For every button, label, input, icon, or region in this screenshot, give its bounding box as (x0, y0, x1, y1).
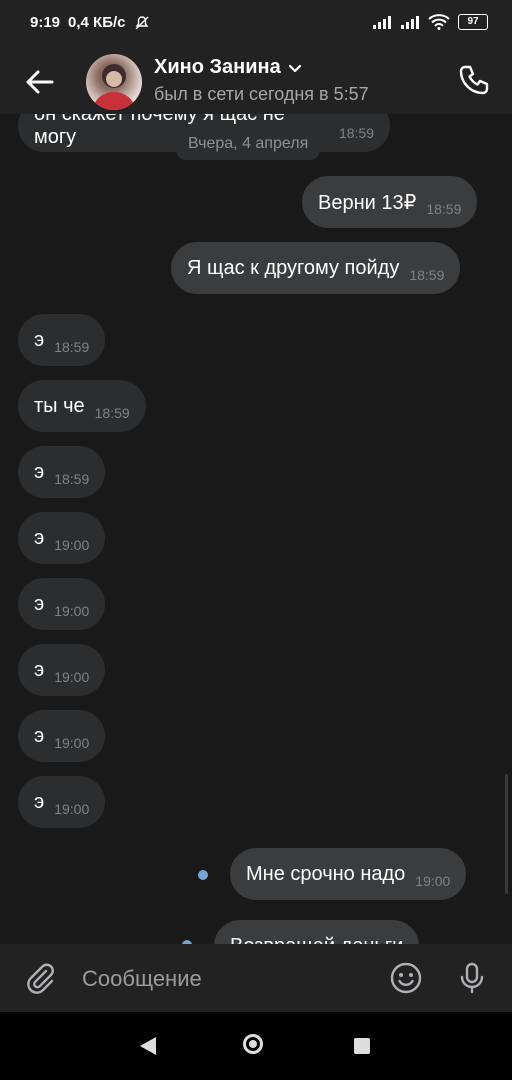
microphone-icon[interactable] (454, 960, 490, 996)
message-time: 19:00 (54, 735, 90, 751)
message-text: э (34, 658, 45, 681)
signal-2-icon (400, 14, 420, 30)
message-text: Я щас к другому пойду (187, 256, 400, 279)
message-time: 19:00 (54, 669, 90, 685)
message-incoming[interactable]: э 19:00 (18, 578, 106, 630)
message-incoming[interactable]: э 19:00 (18, 644, 106, 696)
message-outgoing[interactable]: Верни 13₽ 18:59 (302, 176, 478, 228)
message-incoming[interactable]: э 18:59 (18, 314, 106, 366)
nav-home-icon[interactable] (243, 1034, 263, 1054)
message-text: э (34, 790, 45, 813)
scrollbar[interactable] (505, 774, 508, 894)
message-incoming[interactable]: э 18:59 (18, 446, 106, 498)
message-outgoing[interactable]: Я щас к другому пойду 18:59 (171, 242, 461, 294)
message-time: 18:59 (54, 339, 90, 355)
battery-icon: 97 (458, 14, 488, 30)
contact-status: был в сети сегодня в 5:57 (154, 84, 369, 104)
signal-icon (372, 14, 392, 30)
paperclip-icon[interactable] (22, 960, 58, 996)
message-time: 18:59 (426, 201, 462, 217)
message-time: 19:00 (54, 801, 90, 817)
message-incoming[interactable]: э 19:00 (18, 776, 106, 828)
contact-name: Хино Занина (154, 56, 281, 78)
mute-bell-icon (134, 15, 150, 31)
message-list[interactable]: он скажет почему я щас не могу 18:59 Вче… (0, 114, 512, 944)
back-arrow-icon[interactable] (22, 64, 58, 100)
nav-back-icon[interactable] (140, 1037, 156, 1055)
message-text: э (34, 328, 45, 351)
status-bar: 9:19 0,4 КБ/с 97 (0, 0, 512, 48)
message-time: 18:59 (94, 405, 130, 421)
avatar[interactable] (86, 54, 142, 110)
chat-header: Хино Занина был в сети сегодня в 5:57 (0, 48, 512, 114)
system-navigation-bar (0, 1012, 512, 1080)
message-text: Верни 13₽ (318, 191, 417, 214)
wifi-icon (428, 14, 450, 30)
network-speed: 0,4 КБ/с (68, 14, 126, 31)
message-incoming[interactable]: ты че 18:59 (18, 380, 146, 432)
emoji-icon[interactable] (388, 960, 424, 996)
message-text: э (34, 526, 45, 549)
message-outgoing[interactable]: Возвращай деньги (214, 920, 420, 945)
nav-recents-icon[interactable] (354, 1038, 370, 1054)
chevron-down-icon (287, 60, 303, 76)
message-time: 18:59 (409, 267, 445, 283)
message-text: э (34, 592, 45, 615)
message-time: 19:00 (54, 537, 90, 553)
message-text: ты че (34, 394, 85, 417)
message-text: Мне срочно надо (246, 862, 406, 885)
unread-indicator (198, 870, 208, 880)
message-time: 19:00 (415, 873, 451, 889)
message-time: 18:59 (54, 471, 90, 487)
message-outgoing[interactable]: Мне срочно надо 19:00 (230, 848, 467, 900)
message-composer (0, 944, 512, 1012)
message-text: э (34, 460, 45, 483)
message-time: 19:00 (54, 603, 90, 619)
contact-name-dropdown[interactable]: Хино Занина (154, 56, 303, 79)
date-separator: Вчера, 4 апреля (176, 128, 321, 160)
message-text: э (34, 724, 45, 747)
message-incoming[interactable]: э 19:00 (18, 512, 106, 564)
message-incoming[interactable]: э 19:00 (18, 710, 106, 762)
clock: 9:19 (30, 14, 61, 31)
message-input[interactable] (80, 958, 374, 1000)
phone-call-icon[interactable] (456, 62, 492, 98)
message-text: Возвращай деньги (230, 935, 403, 945)
message-time: 18:59 (338, 125, 374, 141)
